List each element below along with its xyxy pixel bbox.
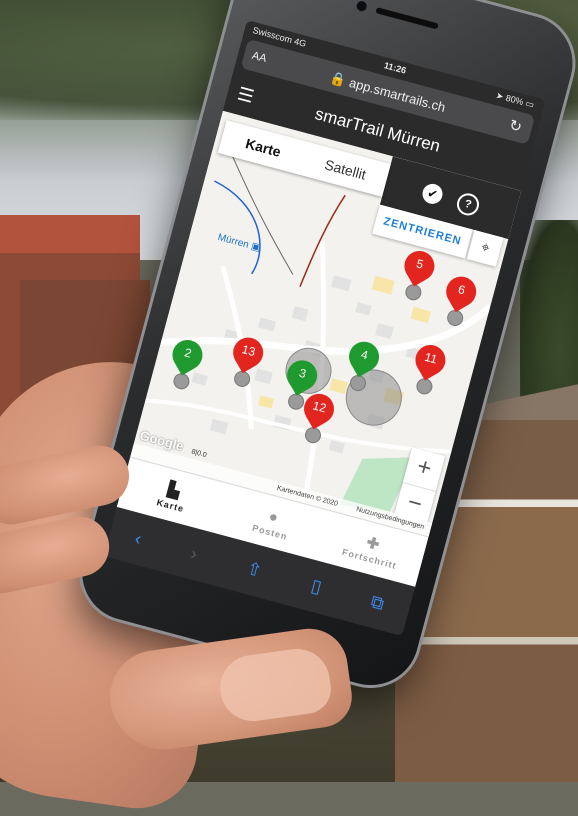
- map-icon: ▙: [166, 480, 183, 501]
- back-icon[interactable]: ‹: [132, 528, 144, 550]
- share-icon[interactable]: ⇧: [244, 558, 264, 582]
- nav-posten-label: Posten: [251, 522, 289, 542]
- bookmarks-icon[interactable]: ▯: [309, 575, 324, 598]
- camera: [355, 0, 368, 13]
- progress-icon: ✚: [364, 534, 383, 554]
- speaker: [375, 7, 439, 30]
- forward-icon[interactable]: ›: [188, 543, 200, 565]
- pin-icon: ●: [266, 507, 282, 527]
- tabs-icon[interactable]: ⧉: [368, 591, 387, 615]
- clock: 11:26: [382, 60, 408, 76]
- nav-karte-label: Karte: [155, 497, 186, 515]
